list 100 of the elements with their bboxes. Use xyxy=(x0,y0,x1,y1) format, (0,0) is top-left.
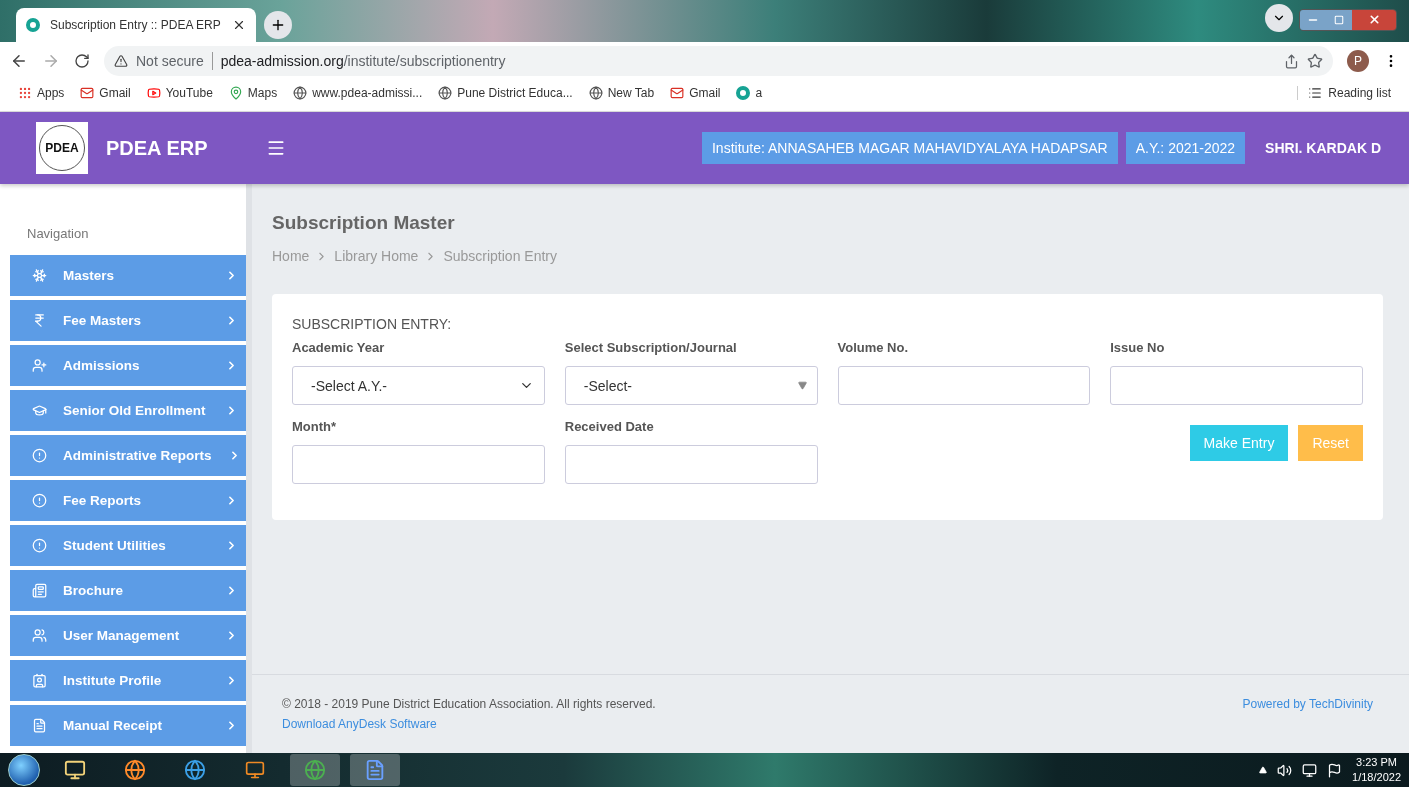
rupee-icon xyxy=(32,313,47,328)
newspaper-icon xyxy=(32,583,47,598)
bookmark-link[interactable]: Maps xyxy=(228,85,278,100)
field-label: Select Subscription/Journal xyxy=(564,340,738,355)
bookmark-link[interactable]: Pune District Educa... xyxy=(438,85,573,100)
globe-icon xyxy=(124,759,146,781)
nav-item[interactable]: Administrative Reports xyxy=(10,435,246,476)
tab-search-button[interactable] xyxy=(1265,4,1293,32)
user-plus-icon xyxy=(32,358,47,373)
reading-list-button[interactable]: Reading list xyxy=(1297,85,1391,100)
field-label: Received Date xyxy=(564,419,655,434)
start-button[interactable] xyxy=(8,754,40,786)
ring-icon xyxy=(736,85,751,100)
nav-item[interactable]: Brochure xyxy=(10,570,246,611)
speaker-icon[interactable] xyxy=(1277,762,1293,778)
back-icon[interactable] xyxy=(10,52,28,70)
input-field[interactable] xyxy=(564,445,818,484)
bookmark-link[interactable]: www.pdea-admissi... xyxy=(293,85,423,100)
user-name[interactable]: SHRI. KARDAK D xyxy=(1265,140,1381,156)
alert-icon xyxy=(32,538,47,553)
share-icon[interactable] xyxy=(1284,53,1299,69)
monitor-icon xyxy=(64,759,86,781)
monitor-icon xyxy=(245,760,265,780)
nav-heading: Navigation xyxy=(26,225,90,243)
flag-icon[interactable] xyxy=(1327,762,1343,778)
mail-icon xyxy=(80,85,95,100)
breadcrumb-link[interactable]: Library Home xyxy=(334,248,419,264)
nav-item[interactable]: User Management xyxy=(10,615,246,656)
nav-item[interactable]: Fee Reports xyxy=(10,480,246,521)
year-badge: A.Y.: 2021-2022 xyxy=(1125,132,1246,164)
maximize-button[interactable] xyxy=(1326,9,1352,30)
globe-icon xyxy=(588,85,603,100)
field-label: Academic Year xyxy=(292,340,386,355)
copyright-text: © 2018 - 2019 Pune District Education Association. All rights reserved. xyxy=(282,697,656,711)
minimize-button[interactable] xyxy=(1300,9,1326,30)
document-icon xyxy=(364,759,386,781)
new-tab-button[interactable] xyxy=(264,11,292,39)
select-field[interactable]: -Select A.Y.- xyxy=(292,366,545,405)
globe-icon xyxy=(304,759,326,781)
reload-icon[interactable] xyxy=(74,53,90,69)
powered-by-link[interactable]: Powered by TechDivinity xyxy=(1242,697,1373,731)
brand-title: PDEA ERP xyxy=(106,136,209,160)
nav-item[interactable]: Masters xyxy=(10,255,246,296)
alert-icon xyxy=(32,448,47,463)
input-field[interactable] xyxy=(1110,366,1363,405)
globe-icon xyxy=(184,759,206,781)
field-label: Month* xyxy=(292,419,338,434)
globe-icon xyxy=(438,85,453,100)
input-field[interactable] xyxy=(837,366,1091,405)
security-label: Not secure xyxy=(136,53,204,69)
nav-item[interactable]: Fee Masters xyxy=(10,300,246,341)
field-label: Issue No xyxy=(1110,340,1166,355)
select-field[interactable]: -Select- xyxy=(564,366,818,405)
site-icon xyxy=(26,18,40,32)
close-icon xyxy=(1367,13,1381,26)
maximize-icon xyxy=(1334,14,1344,25)
breadcrumb-link[interactable]: Subscription Entry xyxy=(443,248,557,264)
clock[interactable]: 3:23 PM 1/18/2022 xyxy=(1352,755,1401,785)
form-heading: SUBSCRIPTION ENTRY: xyxy=(292,316,453,332)
bookmark-link[interactable]: YouTube xyxy=(146,85,213,100)
list-icon xyxy=(1308,85,1323,100)
action-button[interactable]: Reset xyxy=(1298,425,1363,461)
nav-item[interactable]: Institute Profile xyxy=(10,660,246,701)
page-title: Subscription Master xyxy=(272,212,456,234)
breadcrumb-link[interactable]: Home xyxy=(272,248,310,264)
warning-icon xyxy=(114,54,128,68)
map-pin-icon xyxy=(228,85,243,100)
bookmark-link[interactable]: New Tab xyxy=(588,85,655,100)
bookmark-link[interactable]: Gmail xyxy=(670,85,721,100)
action-button[interactable]: Make Entry xyxy=(1189,425,1289,461)
graduation-cap-icon xyxy=(32,403,47,418)
menu-icon xyxy=(266,138,286,158)
institute-badge: Institute: ANNASAHEB MAGAR MAHAVIDYALAYA HADAPSAR xyxy=(701,132,1118,164)
bookmark-link[interactable]: a xyxy=(736,85,763,100)
nav-item[interactable]: Senior Old Enrollment xyxy=(10,390,246,431)
address-bar[interactable]: Not secure pdea-admission.org/institute/subscriptionentry xyxy=(104,46,1333,76)
nav-item[interactable]: Student Utilities xyxy=(10,525,246,566)
field-label: Volume No. xyxy=(837,340,910,355)
id-card-icon xyxy=(32,673,47,688)
globe-icon xyxy=(293,85,308,100)
browser-tab[interactable]: Subscription Entry :: PDEA ERP xyxy=(16,8,256,42)
video-icon xyxy=(146,85,161,100)
menu-button[interactable] xyxy=(266,138,286,158)
profile-avatar[interactable]: P xyxy=(1347,50,1369,72)
bookmark-link[interactable]: Apps xyxy=(18,85,65,100)
nav-item[interactable]: Admissions xyxy=(10,345,246,386)
star-icon[interactable] xyxy=(1307,53,1323,69)
close-icon[interactable] xyxy=(232,18,246,32)
document-icon xyxy=(32,718,47,733)
close-button[interactable] xyxy=(1352,9,1396,30)
caret-icon[interactable] xyxy=(1259,766,1268,774)
nav-item[interactable]: Manual Receipt xyxy=(10,705,246,746)
download-link[interactable]: Download AnyDesk Software xyxy=(282,717,656,731)
users-icon xyxy=(32,628,47,643)
apps-grid-icon xyxy=(18,85,32,100)
bookmark-link[interactable]: Gmail xyxy=(80,85,131,100)
input-field[interactable] xyxy=(292,445,545,484)
url-text: pdea-admission.org/institute/subscriptionentry xyxy=(220,53,506,69)
caret-icon xyxy=(797,381,807,390)
plus-icon xyxy=(270,17,286,33)
